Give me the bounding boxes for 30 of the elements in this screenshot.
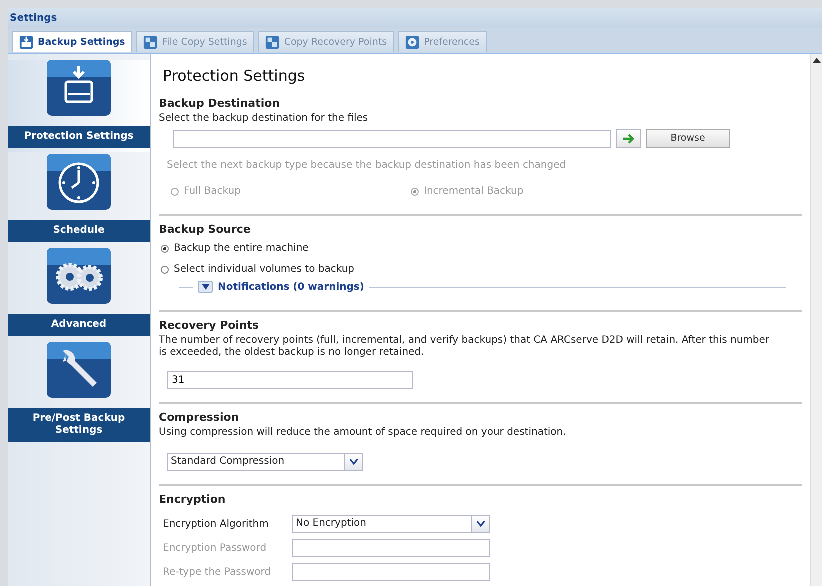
sidebar-label: Advanced [8, 314, 150, 336]
sidebar-item[interactable]: Pre/Post Backup Settings [8, 342, 150, 446]
hint-text: Select the next backup type because the backup destination has been changed [167, 160, 568, 172]
section-heading: Recovery Points [159, 319, 260, 332]
field-label: Re-type the Password [163, 566, 272, 578]
sidebar-item[interactable]: Protection Settings [8, 60, 150, 152]
section-description: Select the backup destination for the files [159, 113, 370, 125]
radio-option[interactable]: Select individual volumes to backup [161, 264, 355, 275]
recovery-points-field[interactable]: 31 [167, 371, 413, 389]
sidebar-item[interactable]: Advanced [8, 248, 150, 340]
field-label: Encryption Password [163, 542, 268, 554]
encryption-dropdown[interactable]: No Encryption [292, 515, 490, 533]
settings-tab[interactable]: Backup Settings [12, 31, 132, 52]
section-heading: Compression [159, 411, 240, 424]
section-heading: Backup Destination [159, 97, 282, 110]
radio-option[interactable]: Backup the entire machine [161, 243, 309, 254]
notifications-label[interactable]: Notifications (0 warnings) [218, 282, 364, 292]
browse-button[interactable]: Browse [646, 129, 730, 148]
page-title: Protection Settings [162, 66, 306, 87]
sidebar-item[interactable]: Schedule [8, 154, 150, 246]
section-description: The number of recovery points (full, incremental, and verify backups) that CA ARCserve D2D will retain. After this number is exceeded, the oldest backup is no longer retained. [159, 335, 771, 359]
window-title: Settings [10, 12, 58, 24]
section-description: Using compression will reduce the amount of space required on your destination. [159, 427, 568, 439]
sidebar-label: Protection Settings [8, 126, 150, 148]
field-label: Encryption Algorithm [163, 518, 270, 530]
section-heading: Encryption [159, 493, 227, 506]
compression-dropdown[interactable]: Standard Compression [167, 453, 363, 471]
sidebar-label: Schedule [8, 220, 150, 242]
sidebar-label: Pre/Post Backup Settings [8, 408, 150, 442]
section-heading: Backup Source [159, 223, 252, 236]
